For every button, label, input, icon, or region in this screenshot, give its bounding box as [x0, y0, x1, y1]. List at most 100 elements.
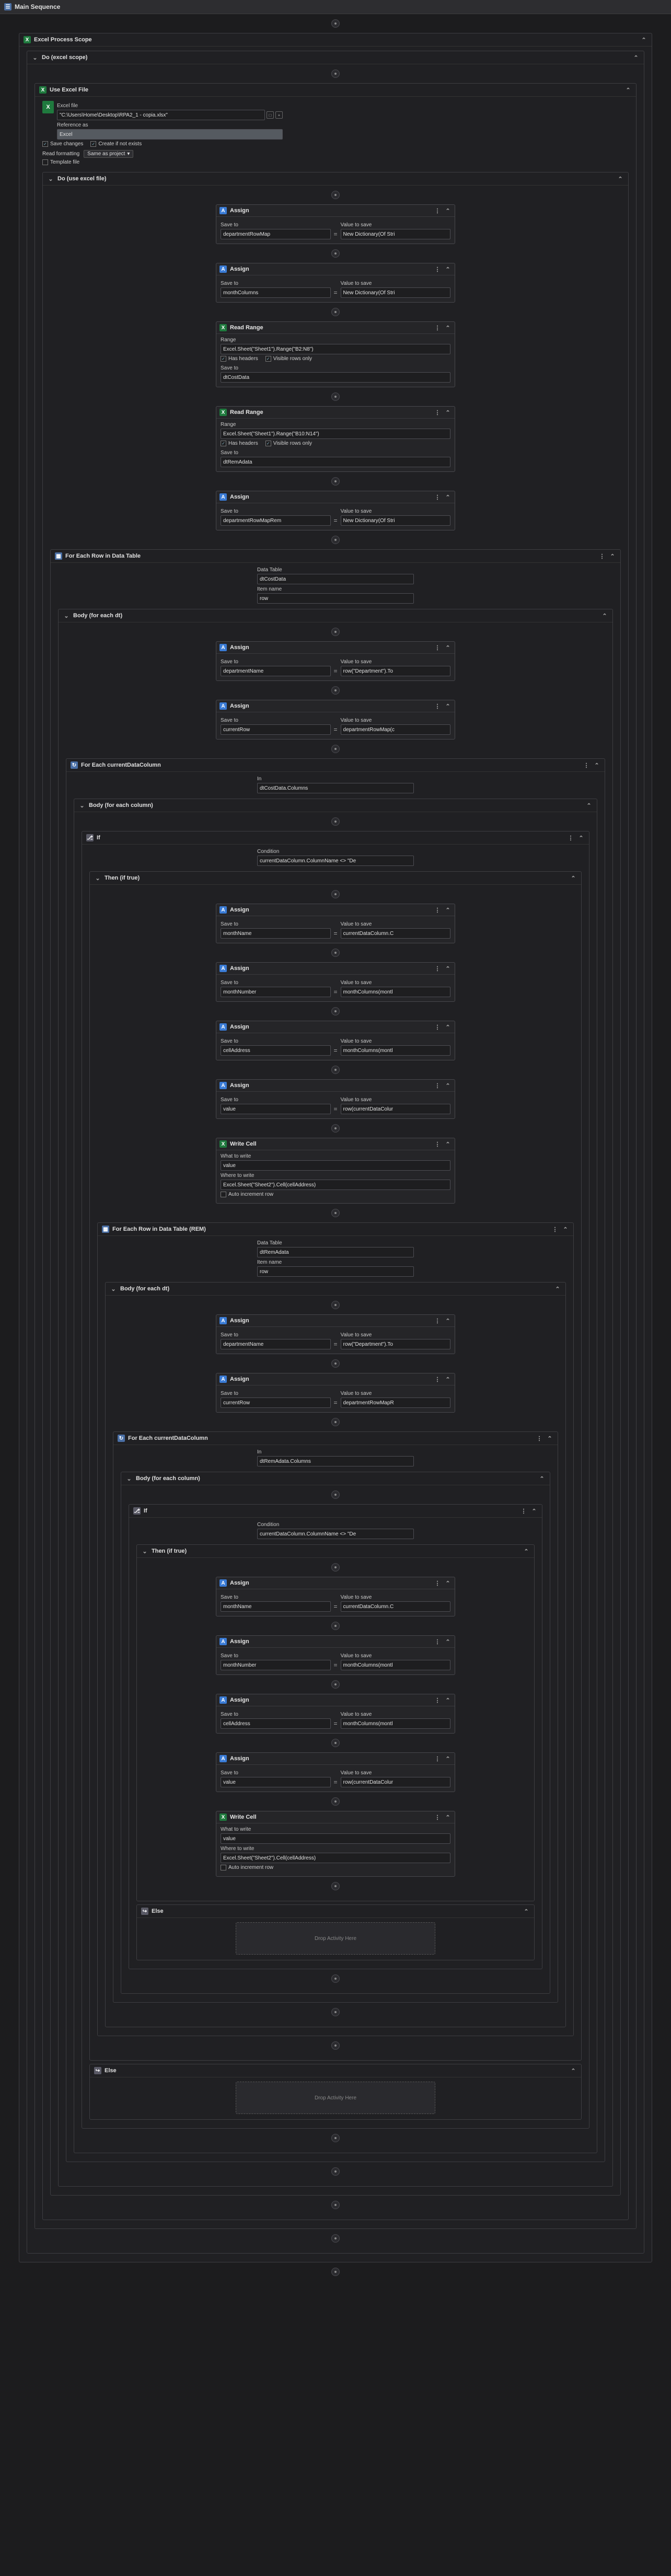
collapse-icon[interactable]: ⌃: [444, 965, 452, 972]
scope-header[interactable]: ⌄ Body (for each dt) ⌃: [59, 609, 612, 622]
chevron-down-icon[interactable]: ⌄: [125, 1475, 133, 1482]
value-input[interactable]: row("Department").To: [340, 1339, 451, 1349]
drop-point[interactable]: [331, 1974, 340, 1983]
drop-activity-zone[interactable]: Drop Activity Here: [236, 2082, 435, 2114]
if-activity[interactable]: ⎇ If ⋮ ⌃ Condition currentDataColumn.Col…: [82, 831, 589, 2129]
condition-input[interactable]: currentDataColumn.ColumnName <> "De: [257, 856, 414, 866]
auto-increment-checkbox[interactable]: Auto increment row: [221, 1192, 450, 1197]
more-icon[interactable]: ⋮: [434, 644, 441, 651]
drop-point[interactable]: [331, 19, 340, 28]
read-range-activity[interactable]: X Read Range ⋮ ⌃ Range Excel.Sheet("Sheet1"…: [216, 406, 455, 472]
write-cell-activity[interactable]: X Write Cell ⋮ ⌃ What to write value Where …: [216, 1811, 455, 1877]
value-input[interactable]: New Dictionary(Of Stri: [340, 229, 451, 239]
for-each-row-rem-activity[interactable]: ▦ For Each Row in Data Table (REM) ⋮ ⌃ D…: [97, 1222, 574, 2036]
drop-point[interactable]: [331, 1301, 340, 1309]
save-to-input[interactable]: monthName: [221, 928, 331, 939]
drop-point[interactable]: [331, 1680, 340, 1689]
drop-point[interactable]: [331, 191, 340, 199]
drop-point[interactable]: [331, 628, 340, 636]
auto-increment-checkbox[interactable]: Auto increment row: [221, 1865, 450, 1870]
has-headers-checkbox[interactable]: ✓ Has headers: [221, 356, 258, 362]
collapse-icon[interactable]: ⌃: [570, 2067, 577, 2074]
collapse-icon[interactable]: ⌃: [444, 1814, 452, 1821]
collapse-icon[interactable]: ⌃: [601, 613, 608, 619]
value-input[interactable]: row(currentDataColur: [340, 1104, 451, 1114]
collapse-icon[interactable]: ⌃: [617, 176, 624, 182]
scope-header[interactable]: ▦ For Each Row in Data Table ⋮ ⌃: [51, 550, 620, 563]
more-icon[interactable]: ⋮: [598, 553, 606, 560]
scope-header[interactable]: ⌄ Then (if true) ⌃: [90, 872, 581, 885]
drop-point[interactable]: [331, 1066, 340, 1074]
assign-activity[interactable]: A Assign ⋮ ⌃ Save to departmentRowMap = Valu…: [216, 204, 455, 244]
more-icon[interactable]: ⋮: [551, 1226, 559, 1233]
assign-activity[interactable]: A Assign ⋮ ⌃ Save to departmentName = Value …: [216, 1314, 455, 1354]
drop-point[interactable]: [331, 2134, 340, 2142]
what-to-write-input[interactable]: value: [221, 1160, 450, 1171]
collapse-icon[interactable]: ⌃: [444, 207, 452, 214]
more-icon[interactable]: ⋮: [434, 494, 441, 501]
for-each-column-activity[interactable]: ↻ For Each currentDataColumn ⋮ ⌃ In dtCo…: [66, 758, 605, 2162]
scope-header[interactable]: ⎇ If ⋮ ⌃: [129, 1505, 542, 1518]
scope-header[interactable]: ↻ For Each currentDataColumn ⋮ ⌃: [66, 759, 605, 772]
collapse-icon[interactable]: ⌃: [570, 875, 577, 882]
drop-point[interactable]: [331, 477, 340, 486]
scope-header[interactable]: ⌄ Then (if true) ⌃: [137, 1545, 534, 1558]
drop-point[interactable]: [331, 2167, 340, 2176]
scope-header[interactable]: ⌄ Body (for each column) ⌃: [121, 1472, 550, 1485]
more-icon[interactable]: ⋮: [434, 1318, 441, 1324]
visible-rows-checkbox[interactable]: ✓ Visible rows only: [265, 441, 312, 446]
collapse-icon[interactable]: ⌃: [593, 762, 600, 769]
drop-point[interactable]: [331, 308, 340, 316]
collapse-icon[interactable]: ⌃: [444, 409, 452, 416]
scope-header[interactable]: X Use Excel File ⌃: [35, 84, 636, 97]
collapse-icon[interactable]: ⌃: [444, 1082, 452, 1089]
body-for-each-column[interactable]: ⌄ Body (for each column) ⌃ ⎇ If ⋮ ⌃ Cond…: [121, 1472, 550, 1994]
value-input[interactable]: monthColumns(montl: [340, 1718, 451, 1729]
more-icon[interactable]: ⋮: [434, 1082, 441, 1089]
scope-header[interactable]: ↻ For Each currentDataColumn ⋮ ⌃: [113, 1432, 558, 1445]
collapse-icon[interactable]: ⌃: [585, 802, 593, 809]
drop-point[interactable]: [331, 949, 340, 957]
assign-activity[interactable]: A Assign ⋮ ⌃ Save to monthNumber = Value to …: [216, 1635, 455, 1675]
assign-activity[interactable]: A Assign ⋮ ⌃ Save to monthNumber = Value to …: [216, 962, 455, 1002]
condition-input[interactable]: currentDataColumn.ColumnName <> "De: [257, 1529, 414, 1539]
more-icon[interactable]: ⋮: [434, 1376, 441, 1383]
scope-header[interactable]: ⌄ Body (for each dt) ⌃: [106, 1283, 565, 1296]
assign-activity[interactable]: A Assign ⋮ ⌃ Save to monthName = Value to sa…: [216, 904, 455, 943]
value-input[interactable]: monthColumns(montl: [340, 1660, 451, 1670]
item-name-input[interactable]: row: [257, 593, 414, 604]
scope-header[interactable]: ↪ Else ⌃: [137, 1905, 534, 1918]
collapse-icon[interactable]: ⌃: [444, 1638, 452, 1645]
more-icon[interactable]: ⋮: [536, 1435, 543, 1442]
more-icon[interactable]: ⋮: [434, 965, 441, 972]
save-to-input[interactable]: departmentRowMap: [221, 229, 331, 239]
more-icon[interactable]: ⋮: [434, 1638, 441, 1645]
collapse-icon[interactable]: ⌃: [444, 1141, 452, 1148]
in-input[interactable]: dtCostData.Columns: [257, 783, 414, 793]
for-each-column-activity[interactable]: ↻ For Each currentDataColumn ⋮ ⌃ In dtRe…: [113, 1431, 558, 2003]
item-name-input[interactable]: row: [257, 1266, 414, 1277]
assign-activity[interactable]: A Assign ⋮ ⌃ Save to monthName = Value to sa…: [216, 1577, 455, 1616]
drop-point[interactable]: [331, 1124, 340, 1133]
collapse-icon[interactable]: ⌃: [444, 644, 452, 651]
collapse-icon[interactable]: ⌃: [444, 266, 452, 273]
collapse-icon[interactable]: ⌃: [640, 37, 647, 43]
body-for-each-column[interactable]: ⌄ Body (for each column) ⌃ ⎇ If ⋮ ⌃ Cond…: [74, 799, 597, 2153]
save-to-input[interactable]: value: [221, 1777, 331, 1787]
drop-point[interactable]: [331, 2201, 340, 2209]
save-to-input[interactable]: cellAddress: [221, 1045, 331, 1056]
assign-activity[interactable]: A Assign ⋮ ⌃ Save to monthColumns = Value to…: [216, 263, 455, 303]
drop-point[interactable]: [331, 1209, 340, 1217]
save-to-input[interactable]: value: [221, 1104, 331, 1114]
scope-header[interactable]: ⌄ Body (for each column) ⌃: [74, 799, 597, 812]
collapse-icon[interactable]: ⌃: [523, 1908, 530, 1915]
body-for-each-dt[interactable]: ⌄ Body (for each dt) ⌃ A Assign ⋮ ⌃ Save…: [105, 1282, 566, 2027]
collapse-icon[interactable]: ⌃: [444, 1024, 452, 1031]
value-input[interactable]: row("Department").To: [340, 666, 451, 676]
save-to-input[interactable]: monthName: [221, 1601, 331, 1612]
what-to-write-input[interactable]: value: [221, 1833, 450, 1844]
collapse-icon[interactable]: ⌃: [577, 835, 585, 841]
body-for-each-dt[interactable]: ⌄ Body (for each dt) ⌃ A Assign ⋮ ⌃ Save to…: [58, 609, 613, 2187]
then-branch[interactable]: ⌄ Then (if true) ⌃ A Assign ⋮ ⌃ Save to …: [136, 1544, 535, 1901]
drop-point[interactable]: [331, 536, 340, 544]
